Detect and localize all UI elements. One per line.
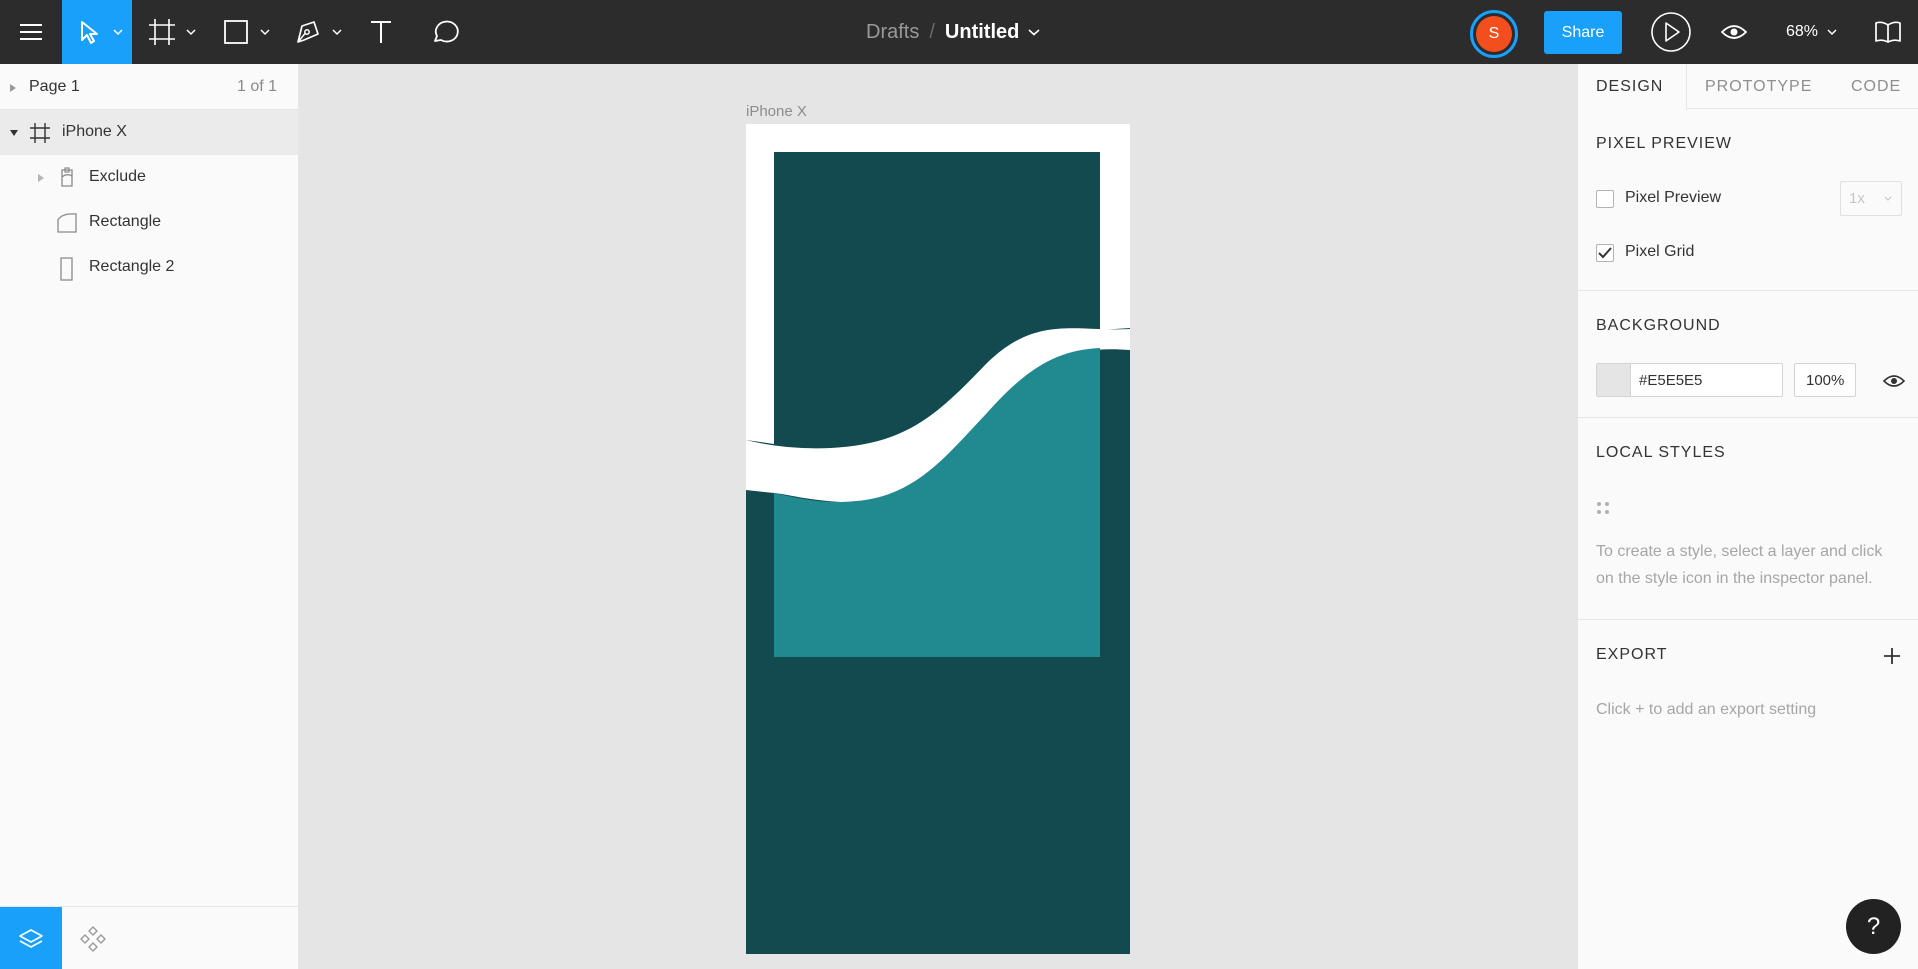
local-styles-heading: LOCAL STYLES <box>1596 444 1726 461</box>
help-button[interactable]: ? <box>1846 899 1901 954</box>
page-selector[interactable]: Page 1 1 of 1 <box>0 64 298 110</box>
layers-tab[interactable] <box>0 907 62 969</box>
layer-label: Rectangle <box>89 213 162 230</box>
checkmark-icon <box>1598 247 1612 259</box>
breadcrumb: Drafts / Untitled <box>866 0 1040 64</box>
move-icon <box>81 21 98 44</box>
frame-icon <box>149 19 175 45</box>
menu-icon <box>20 24 42 40</box>
caret-right-icon[interactable] <box>38 174 44 182</box>
page-count: 1 of 1 <box>236 78 277 95</box>
eye-icon[interactable] <box>1883 373 1905 389</box>
text-icon <box>371 21 391 43</box>
background-hex[interactable]: #E5E5E5 <box>1639 372 1702 389</box>
comment-icon <box>434 20 459 43</box>
zoom-menu[interactable]: 68% <box>1786 0 1837 64</box>
style-dots-icon <box>1597 502 1609 514</box>
top-toolbar: Drafts / Untitled S Share 68% <box>0 0 1918 64</box>
layer-label: Rectangle 2 <box>89 258 175 275</box>
pixel-grid-label[interactable]: Pixel Grid <box>1625 243 1694 261</box>
tab-code[interactable]: CODE <box>1851 64 1901 109</box>
pixel-grid-checkbox[interactable] <box>1596 244 1614 262</box>
breadcrumb-separator: / <box>929 20 935 43</box>
layer-row[interactable]: Rectangle 2 <box>0 245 298 290</box>
pixel-preview-checkbox[interactable] <box>1596 190 1614 208</box>
chevron-down-icon <box>332 29 342 36</box>
chevron-down-icon <box>186 29 196 36</box>
inspector-panel: DESIGN PROTOTYPE CODE PIXEL PREVIEW Pixe… <box>1577 64 1918 969</box>
library-icon <box>1875 21 1901 43</box>
layer-row[interactable]: Exclude <box>0 155 298 200</box>
move-tool-button[interactable] <box>62 0 132 64</box>
tab-design[interactable]: DESIGN <box>1578 64 1687 110</box>
section-divider <box>1578 417 1918 418</box>
page-label: Page 1 <box>29 78 80 95</box>
frame-label[interactable]: iPhone X <box>746 103 807 120</box>
text-tool-button[interactable] <box>356 0 406 64</box>
tab-prototype[interactable]: PROTOTYPE <box>1705 64 1812 109</box>
export-hint: Click + to add an export setting <box>1596 701 1817 718</box>
caret-right-icon <box>10 84 16 92</box>
components-icon <box>80 925 106 952</box>
pen-tool-button[interactable] <box>284 0 348 64</box>
file-title[interactable]: Untitled <box>945 21 1019 44</box>
background-opacity-field[interactable]: 100% <box>1794 363 1856 397</box>
library-button[interactable] <box>1868 0 1908 64</box>
iphone-x-frame[interactable] <box>746 124 1130 954</box>
share-button[interactable]: Share <box>1544 11 1622 54</box>
background-color-field[interactable]: #E5E5E5 <box>1596 363 1783 397</box>
breadcrumb-drafts-link[interactable]: Drafts <box>866 21 919 44</box>
eye-icon <box>1721 25 1747 39</box>
frame-icon <box>30 123 50 143</box>
layer-label: iPhone X <box>62 123 127 140</box>
components-tab[interactable] <box>62 907 124 969</box>
section-divider <box>1578 619 1918 620</box>
boolean-icon <box>61 167 73 187</box>
pixel-preview-scale-select[interactable]: 1x <box>1840 181 1902 216</box>
export-heading: EXPORT <box>1596 646 1668 663</box>
chevron-down-icon <box>260 29 270 36</box>
view-button[interactable] <box>1714 0 1754 64</box>
scale-value: 1x <box>1849 190 1865 207</box>
chevron-down-icon <box>1827 29 1837 36</box>
pixel-preview-heading: PIXEL PREVIEW <box>1596 135 1732 152</box>
main-menu-button[interactable] <box>0 0 62 64</box>
caret-down-icon[interactable] <box>10 130 18 136</box>
background-heading: BACKGROUND <box>1596 317 1721 334</box>
chevron-down-icon <box>1884 196 1892 201</box>
section-divider <box>1578 290 1918 291</box>
comment-tool-button[interactable] <box>418 0 472 64</box>
chevron-down-icon <box>113 29 123 36</box>
layers-panel: Page 1 1 of 1 iPhone X Exclude Rectangle… <box>0 64 299 969</box>
layer-row[interactable]: iPhone X <box>0 110 298 155</box>
frame-tool-button[interactable] <box>138 0 202 64</box>
present-button[interactable] <box>1648 0 1694 64</box>
vector-icon <box>57 213 77 233</box>
avatar-initial: S <box>1476 16 1512 52</box>
inspector-tabs: DESIGN PROTOTYPE CODE <box>1578 64 1918 110</box>
play-icon <box>1651 12 1691 52</box>
background-color-swatch[interactable] <box>1597 364 1631 396</box>
pixel-preview-label[interactable]: Pixel Preview <box>1625 189 1721 207</box>
frame-artwork <box>746 124 1130 954</box>
rectangle-icon <box>60 257 73 281</box>
pen-icon <box>297 21 319 43</box>
chevron-down-icon[interactable] <box>1028 28 1040 36</box>
local-styles-hint: To create a style, select a layer and cl… <box>1596 543 1883 587</box>
add-export-icon[interactable] <box>1883 647 1901 665</box>
layer-label: Exclude <box>89 168 146 185</box>
user-avatar[interactable]: S <box>1470 10 1518 58</box>
rectangle-icon <box>224 20 248 44</box>
zoom-level: 68% <box>1786 23 1819 40</box>
layers-icon <box>19 928 43 948</box>
layer-row[interactable]: Rectangle <box>0 200 298 245</box>
shape-tool-button[interactable] <box>212 0 276 64</box>
left-panel-tabs <box>0 906 298 969</box>
